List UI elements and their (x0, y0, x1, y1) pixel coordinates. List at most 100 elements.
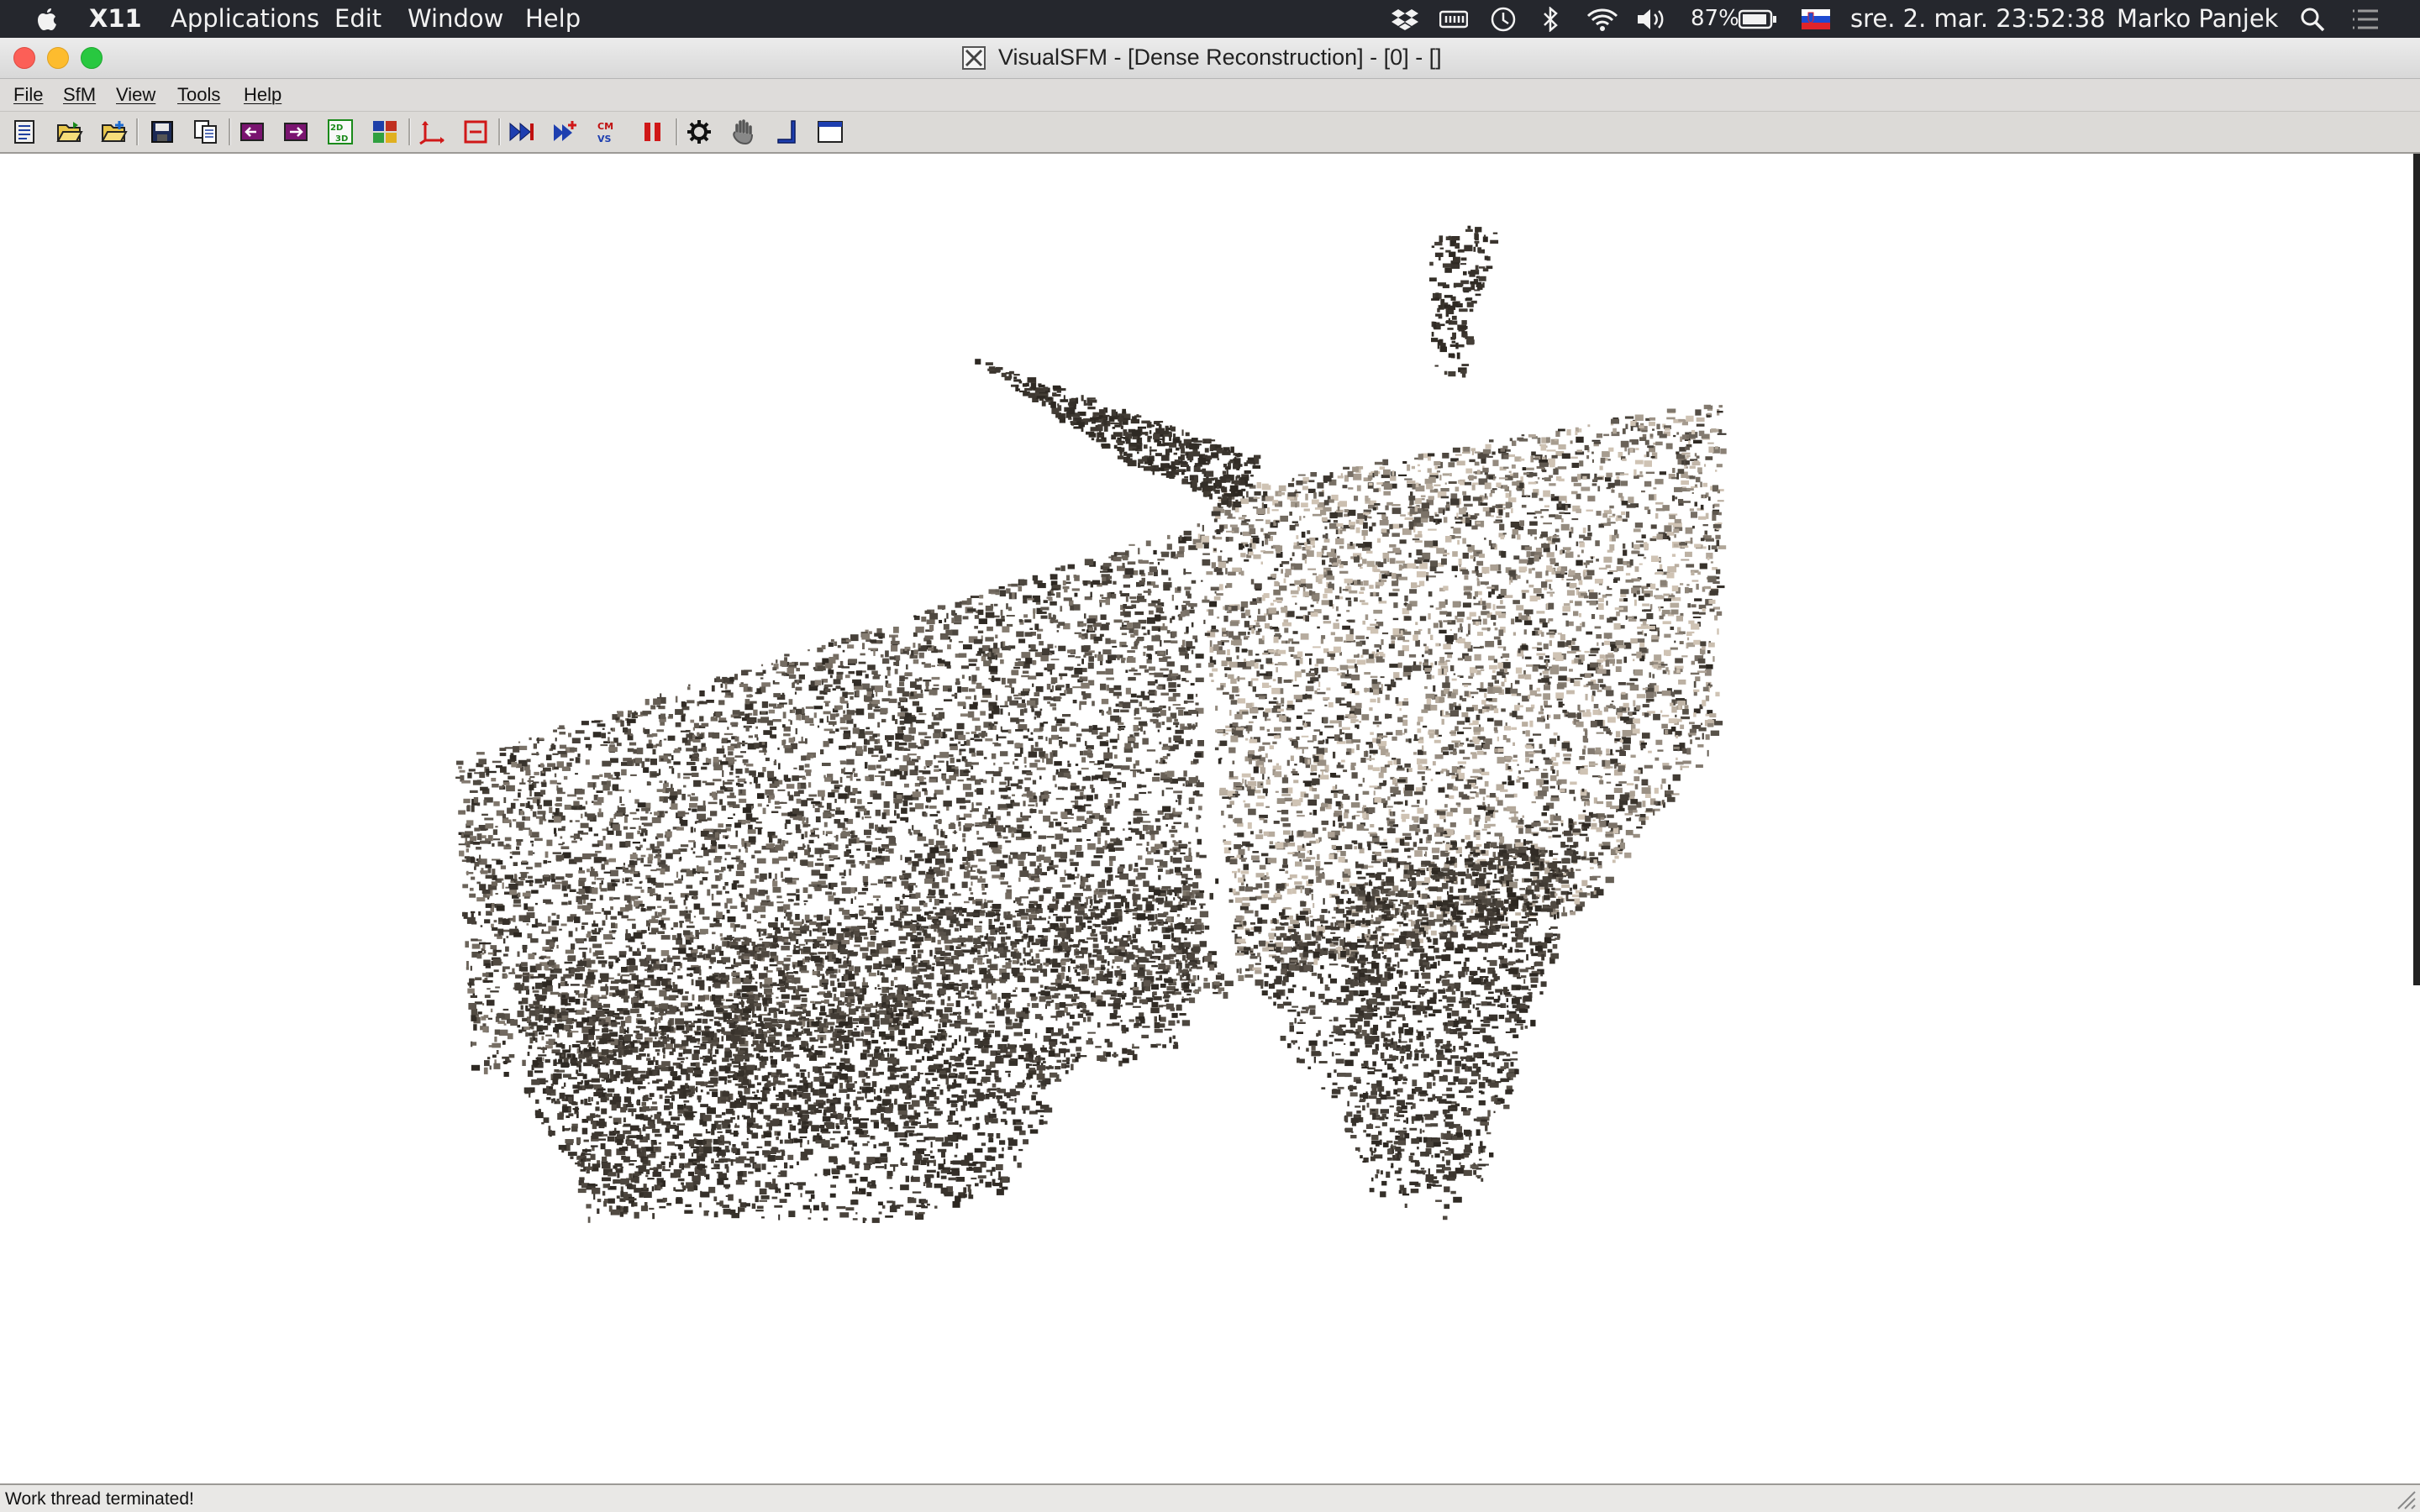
menu-edit[interactable]: Edit (334, 4, 381, 33)
point-cloud-fragment (1196, 827, 1198, 832)
pause-icon[interactable] (639, 118, 667, 146)
point-cloud-fragment (686, 906, 688, 909)
point-cloud-fragment (1192, 580, 1197, 584)
point-cloud-fragment (930, 797, 937, 800)
save-icon[interactable] (148, 118, 176, 146)
time-machine-icon[interactable] (1488, 0, 1518, 38)
point-cloud-fragment (664, 738, 666, 740)
point-cloud-fragment (1059, 737, 1063, 739)
menu-view[interactable]: View (116, 84, 155, 106)
volume-icon[interactable] (1636, 0, 1666, 38)
point-cloud-fragment (1015, 987, 1018, 990)
dense-reconstruction-icon[interactable]: CM VS (595, 118, 623, 146)
menu-app-help[interactable]: Help (244, 84, 281, 106)
point-cloud-fragment (886, 667, 891, 670)
close-button[interactable] (13, 47, 35, 69)
point-cloud-fragment (889, 837, 896, 844)
bluetooth-icon[interactable] (1539, 0, 1561, 38)
point-cloud-fragment (1160, 710, 1166, 716)
settings-icon[interactable] (685, 118, 713, 146)
menu-tools[interactable]: Tools (177, 84, 220, 106)
point-cloud-fragment (881, 775, 885, 780)
dropbox-icon[interactable] (1391, 0, 1419, 38)
point-cloud-fragment (1050, 752, 1053, 758)
point-cloud-fragment (802, 843, 804, 848)
next-icon[interactable] (281, 118, 310, 146)
sparse-reconstruction-icon[interactable] (551, 118, 580, 146)
point-cloud-fragment (929, 690, 938, 696)
point-cloud-fragment (634, 887, 642, 890)
copy-icon[interactable] (192, 118, 220, 146)
compute-missing-match-icon[interactable] (508, 118, 536, 146)
menu-applications[interactable]: Applications (171, 4, 319, 33)
point-cloud-fragment (492, 1055, 497, 1058)
open-add-icon[interactable] (100, 118, 129, 146)
point-cloud-fragment (602, 732, 607, 738)
memory-icon[interactable] (1439, 0, 1469, 38)
new-window-icon[interactable] (10, 118, 39, 146)
3d-viewport[interactable] (0, 154, 2417, 1483)
point-cloud-fragment (847, 644, 854, 648)
point-cloud-fragment (1167, 771, 1174, 777)
point-cloud-fragment (1103, 753, 1113, 759)
point-cloud-fragment (778, 802, 786, 804)
point-cloud-fragment (745, 699, 750, 704)
crop-icon[interactable] (461, 118, 490, 146)
point-cloud-fragment (1007, 615, 1015, 617)
point-cloud-fragment (971, 675, 976, 681)
axis-icon[interactable] (418, 118, 446, 146)
slovenia-flag-icon[interactable] (1801, 0, 1831, 38)
notification-center-icon[interactable] (2349, 0, 2380, 38)
point-cloud-fragment (776, 901, 783, 903)
point-cloud-fragment (513, 916, 515, 922)
point-cloud-fragment (1197, 711, 1198, 717)
spotlight-icon[interactable] (2298, 0, 2327, 38)
point-cloud-fragment (1195, 790, 1200, 795)
point-cloud-fragment (513, 905, 522, 907)
point-cloud-fragment (924, 879, 933, 884)
point-cloud-fragment (1003, 796, 1007, 800)
apple-icon[interactable] (34, 0, 59, 38)
ruler-icon[interactable] (772, 118, 801, 146)
point-cloud-fragment (1149, 673, 1154, 675)
point-cloud-render[interactable] (0, 154, 2417, 1483)
point-cloud-fragment (867, 691, 873, 696)
point-cloud-fragment (839, 908, 844, 911)
thumbnails-icon[interactable] (371, 118, 399, 146)
point-cloud-fragment (843, 711, 845, 714)
zoom-button[interactable] (81, 47, 103, 69)
point-cloud-fragment (950, 746, 958, 750)
point-cloud-fragment (1017, 825, 1023, 829)
user-name[interactable]: Marko Panjek (2117, 4, 2278, 33)
point-cloud-fragment (493, 801, 499, 806)
point-cloud-fragment (975, 615, 979, 619)
point-cloud-fragment (1170, 618, 1172, 623)
wifi-icon[interactable] (1586, 0, 1619, 38)
point-cloud-fragment (1060, 877, 1065, 882)
point-cloud-fragment (692, 869, 696, 874)
open-icon[interactable] (55, 118, 84, 146)
prev-icon[interactable] (238, 118, 266, 146)
menu-help[interactable]: Help (525, 4, 581, 33)
hand-icon[interactable] (729, 118, 757, 146)
menu-file[interactable]: File (13, 84, 43, 106)
point-cloud-fragment (1011, 784, 1019, 787)
toggle-2d3d-icon[interactable]: 2D 3D (326, 118, 355, 146)
point-cloud-fragment (805, 764, 810, 767)
point-cloud-fragment (728, 916, 736, 922)
clock[interactable]: sre. 2. mar. 23:52:38 (1850, 4, 2106, 33)
window-icon[interactable] (816, 118, 844, 146)
point-cloud-fragment (1001, 642, 1003, 648)
point-cloud-fragment (1046, 759, 1053, 764)
app-name-x11[interactable]: X11 (89, 4, 142, 33)
point-cloud-fragment (572, 807, 577, 810)
battery-icon[interactable] (1739, 0, 1777, 38)
menu-window[interactable]: Window (408, 4, 503, 33)
point-cloud-fragment (1173, 736, 1181, 742)
menu-sfm[interactable]: SfM (63, 84, 96, 106)
window-title-bar[interactable]: VisualSFM - [Dense Reconstruction] - [0]… (0, 38, 2420, 79)
point-cloud-fragment (1060, 852, 1067, 858)
point-cloud-fragment (757, 858, 766, 864)
minimize-button[interactable] (47, 47, 69, 69)
point-cloud-fragment (567, 1032, 572, 1037)
